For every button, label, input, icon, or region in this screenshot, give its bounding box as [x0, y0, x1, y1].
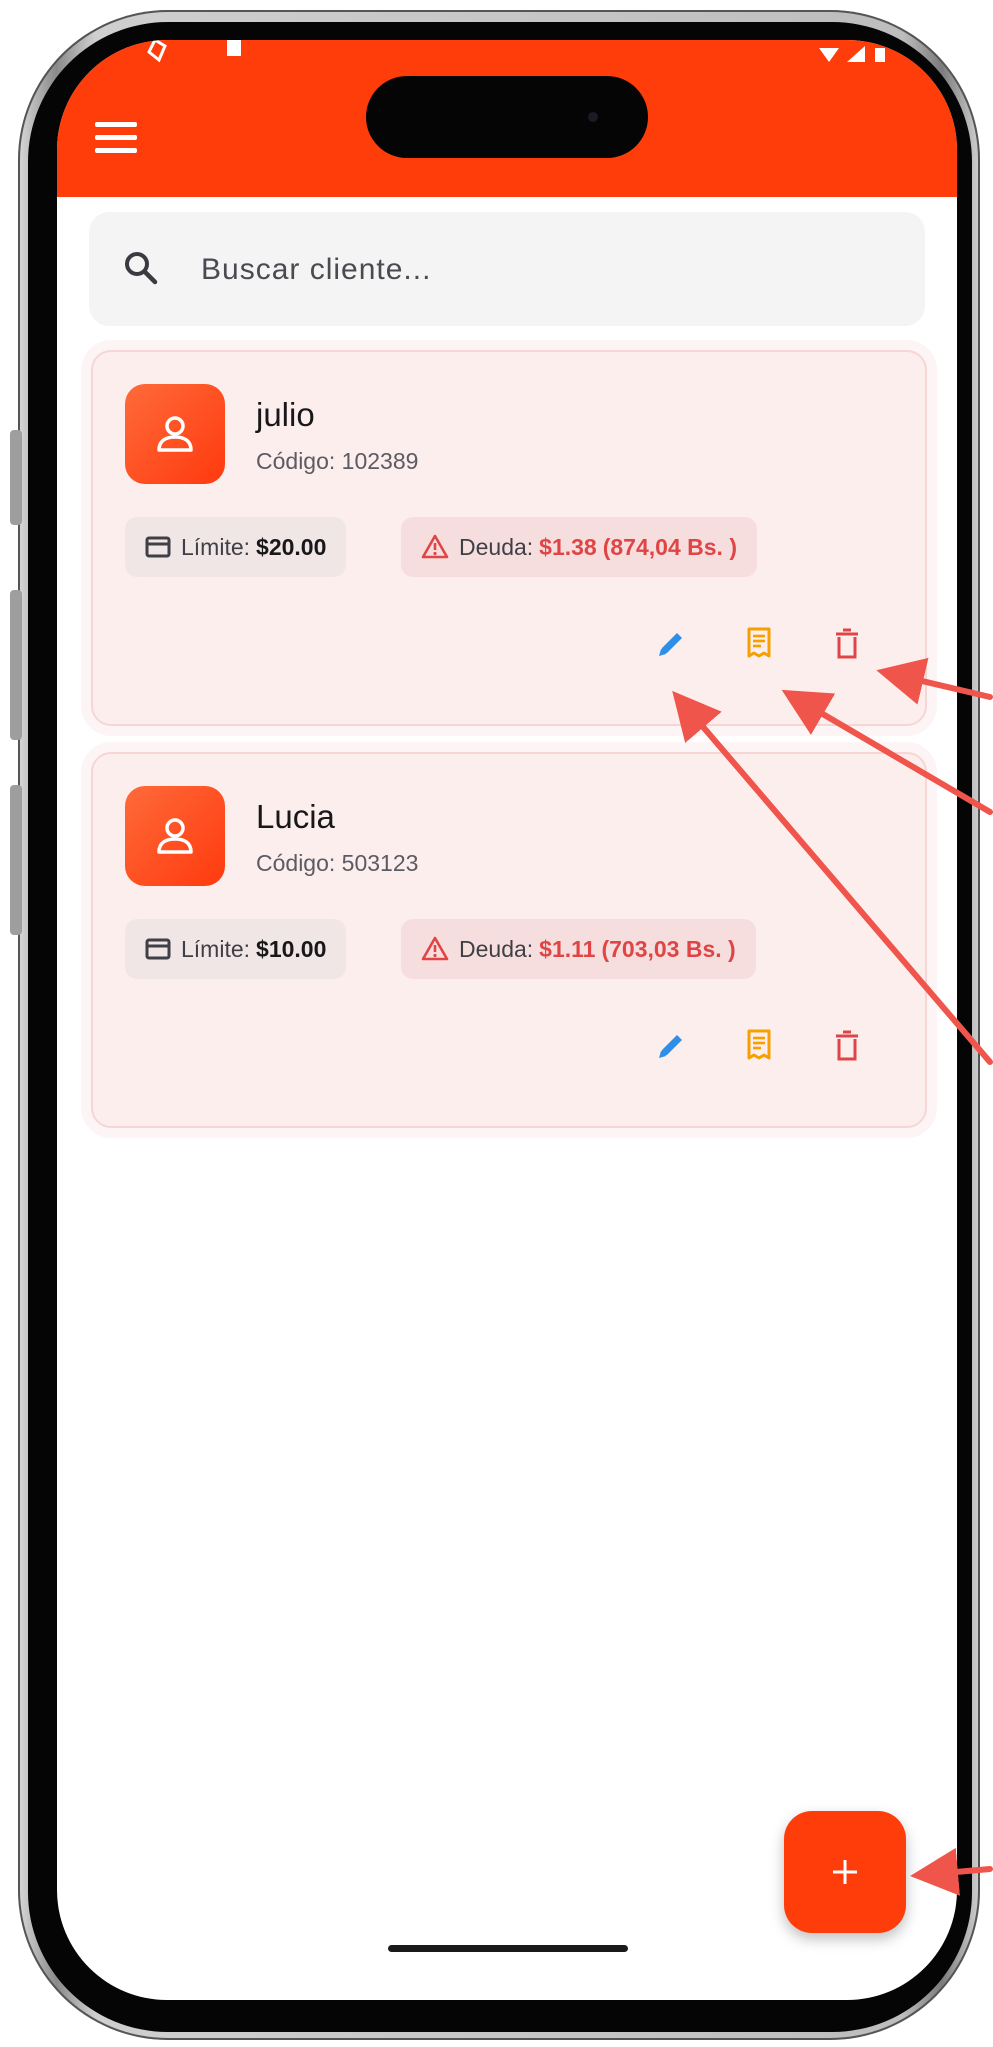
search-input[interactable] [199, 242, 883, 298]
app-screen: julio Código: 102389 Límite: $20.00 Deud… [57, 40, 957, 2000]
customer-code: Código: 102389 [256, 448, 419, 474]
delete-button[interactable] [825, 1024, 869, 1068]
menu-icon[interactable] [95, 122, 137, 154]
volume-down-button [10, 785, 22, 935]
silent-switch [10, 430, 22, 525]
receipt-button[interactable] [737, 622, 781, 666]
avatar [125, 786, 225, 886]
warning-icon [421, 534, 449, 559]
receipt-icon [747, 627, 771, 658]
search-icon [125, 252, 158, 285]
debt-value: $1.38 [539, 533, 597, 560]
add-customer-button[interactable] [784, 1811, 906, 1933]
edit-button[interactable] [649, 1024, 693, 1068]
limit-value: $10.00 [256, 935, 327, 962]
delete-button[interactable] [825, 622, 869, 666]
person-icon [157, 416, 193, 452]
debt-label: Deuda: [459, 935, 534, 962]
status-bar-icons-left [121, 40, 241, 63]
limit-label: Límite: [181, 533, 251, 560]
customer-name: Lucia [256, 798, 335, 835]
limit-chip: Límite: $20.00 [125, 517, 347, 577]
plus-icon [833, 1860, 857, 1884]
debt-label: Deuda: [459, 533, 534, 560]
customer-card[interactable]: julio Código: 102389 Límite: $20.00 Deud… [91, 350, 927, 726]
trash-icon [836, 1030, 858, 1061]
search-bar[interactable] [89, 212, 925, 326]
limit-chip: Límite: $10.00 [125, 919, 347, 979]
avatar [125, 384, 225, 484]
home-indicator [388, 1945, 628, 1952]
debt-chip: Deuda: $1.11 (703,03 Bs. ) [401, 919, 756, 979]
customer-card[interactable]: Lucia Código: 503123 Límite: $10.00 Deud… [91, 752, 927, 1128]
limit-value: $20.00 [256, 533, 327, 560]
volume-up-button [10, 590, 22, 740]
status-bar-icons-right [819, 46, 885, 62]
pencil-icon [659, 633, 682, 656]
edit-button[interactable] [649, 622, 693, 666]
trash-icon [836, 628, 858, 659]
warning-icon [421, 936, 449, 961]
receipt-button[interactable] [737, 1024, 781, 1068]
debt-value: $1.11 [539, 935, 596, 962]
customer-name: julio [256, 396, 315, 433]
debt-bs-value: (703,03 Bs. ) [601, 935, 736, 962]
debt-bs-value: (874,04 Bs. ) [602, 533, 737, 560]
receipt-icon [747, 1029, 771, 1060]
limit-label: Límite: [181, 935, 251, 962]
dynamic-island [366, 76, 648, 158]
pencil-icon [659, 1035, 682, 1058]
credit-card-icon [145, 536, 171, 558]
person-icon [157, 818, 193, 854]
credit-card-icon [145, 938, 171, 960]
debt-chip: Deuda: $1.38 (874,04 Bs. ) [401, 517, 757, 577]
customer-code: Código: 503123 [256, 850, 419, 876]
